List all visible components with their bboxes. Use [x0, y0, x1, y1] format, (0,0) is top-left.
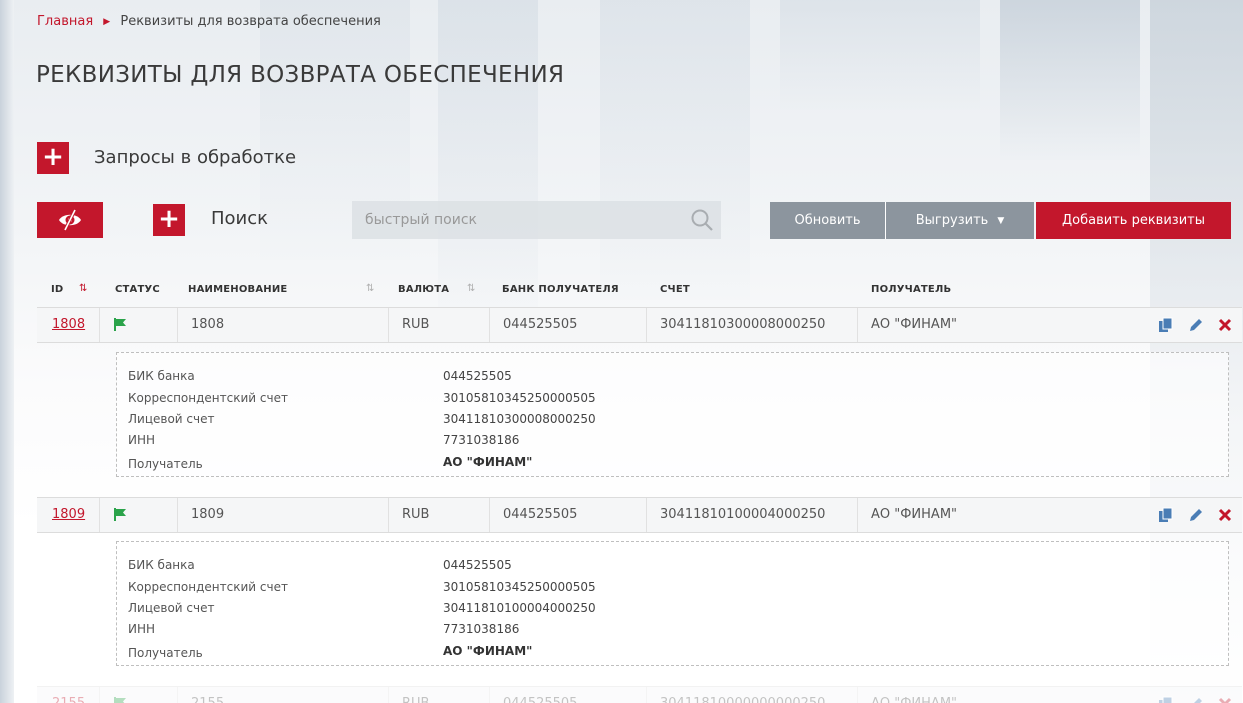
status-cell	[100, 308, 178, 342]
currency-cell: RUB	[389, 308, 490, 342]
copy-icon[interactable]	[1158, 507, 1174, 523]
sort-icon[interactable]: ⇅	[467, 283, 475, 294]
search-icon[interactable]	[683, 208, 721, 232]
detail-label: Корреспондентский счет	[128, 580, 288, 594]
export-label: Выгрузить	[915, 213, 989, 228]
table-row[interactable]: 2155 2155 RUB 044525505 3041181000000000…	[37, 686, 1242, 703]
plus-icon: +	[42, 142, 64, 172]
row-actions	[1158, 687, 1232, 703]
detail-value: 044525505	[443, 369, 512, 383]
recipient-cell: АО "ФИНАМ"	[871, 507, 958, 522]
row-id-link[interactable]: 1809	[37, 498, 100, 532]
detail-value: 30411810100004000250	[443, 601, 596, 615]
recipient-cell: АО "ФИНАМ"	[858, 687, 1138, 703]
row-id-link[interactable]: 2155	[37, 687, 100, 703]
add-requisites-button[interactable]: Добавить реквизиты	[1036, 202, 1231, 239]
sort-icon[interactable]: ⇅	[366, 283, 374, 294]
detail-value: 7731038186	[443, 433, 520, 447]
breadcrumb-home-link[interactable]: Главная	[37, 14, 93, 29]
detail-value: АО "ФИНАМ"	[443, 455, 533, 469]
breadcrumb-current: Реквизиты для возврата обеспечения	[120, 14, 381, 29]
close-icon[interactable]	[1218, 318, 1232, 332]
account-cell: 30411810100004000250	[647, 498, 858, 532]
row-actions	[1158, 498, 1232, 532]
account-cell: 30411810000000000250	[647, 687, 858, 703]
detail-value: 30411810300008000250	[443, 412, 596, 426]
flag-icon	[114, 508, 126, 521]
flag-icon	[114, 318, 126, 331]
bank-cell: 044525505	[490, 308, 647, 342]
sort-asc-icon[interactable]: ⇅	[79, 283, 87, 294]
pencil-icon[interactable]	[1188, 507, 1204, 523]
copy-icon[interactable]	[1158, 696, 1174, 703]
expand-search-button[interactable]: +	[153, 204, 185, 236]
detail-label: ИНН	[128, 433, 156, 447]
bank-cell: 044525505	[490, 687, 647, 703]
detail-value: 7731038186	[443, 622, 520, 636]
column-header-id[interactable]: ID	[51, 284, 63, 295]
detail-label: Лицевой счет	[128, 601, 215, 615]
detail-label: Корреспондентский счет	[128, 391, 288, 405]
detail-label: БИК банка	[128, 558, 195, 572]
row-actions	[1158, 308, 1232, 342]
row-details-panel: БИК банка Корреспондентский счет Лицевой…	[116, 541, 1229, 666]
quick-search-input[interactable]	[352, 201, 683, 239]
flag-icon	[114, 697, 126, 703]
expand-pending-button[interactable]: +	[37, 142, 69, 174]
recipient-cell: АО "ФИНАМ"	[871, 317, 958, 332]
status-cell	[100, 498, 178, 532]
detail-label: Лицевой счет	[128, 412, 215, 426]
pencil-icon[interactable]	[1188, 317, 1204, 333]
table-row[interactable]: 1808 1808 RUB 044525505 3041181030000800…	[37, 307, 1242, 343]
detail-value: 30105810345250000505	[443, 391, 596, 405]
page-title: РЕКВИЗИТЫ ДЛЯ ВОЗВРАТА ОБЕСПЕЧЕНИЯ	[36, 62, 565, 88]
detail-label: Получатель	[128, 457, 203, 471]
column-header-bank[interactable]: БАНК ПОЛУЧАТЕЛЯ	[502, 284, 619, 295]
column-header-account[interactable]: СЧЕТ	[660, 284, 690, 295]
row-id-link[interactable]: 1808	[37, 308, 100, 342]
toggle-visibility-button[interactable]	[37, 202, 103, 238]
detail-value: 30105810345250000505	[443, 580, 596, 594]
pending-requests-label[interactable]: Запросы в обработке	[94, 147, 296, 168]
breadcrumb: Главная ▶ Реквизиты для возврата обеспеч…	[37, 14, 381, 29]
search-section-label[interactable]: Поиск	[211, 208, 268, 229]
close-icon[interactable]	[1218, 508, 1232, 522]
bank-cell: 044525505	[490, 498, 647, 532]
status-cell	[100, 687, 178, 703]
pencil-icon[interactable]	[1188, 696, 1204, 703]
caret-down-icon: ▼	[997, 215, 1005, 226]
column-header-name[interactable]: НАИМЕНОВАНИЕ	[188, 284, 287, 295]
quick-search-box	[352, 201, 721, 239]
close-icon[interactable]	[1218, 697, 1232, 703]
detail-value: 044525505	[443, 558, 512, 572]
name-cell: 1809	[178, 498, 389, 532]
detail-label: Получатель	[128, 646, 203, 660]
column-header-recipient[interactable]: ПОЛУЧАТЕЛЬ	[871, 284, 951, 295]
copy-icon[interactable]	[1158, 317, 1174, 333]
row-details-panel: БИК банка Корреспондентский счет Лицевой…	[116, 352, 1229, 477]
table-row[interactable]: 1809 1809 RUB 044525505 3041181010000400…	[37, 497, 1242, 533]
currency-cell: RUB	[389, 498, 490, 532]
plus-icon: +	[158, 204, 180, 234]
column-header-status[interactable]: СТАТУС	[115, 284, 160, 295]
breadcrumb-arrow-icon: ▶	[103, 17, 111, 27]
export-dropdown-button[interactable]: Выгрузить ▼	[886, 202, 1034, 239]
detail-label: ИНН	[128, 622, 156, 636]
name-cell: 1808	[178, 308, 389, 342]
name-cell: 2155	[178, 687, 389, 703]
eye-off-icon	[59, 209, 81, 231]
detail-value: АО "ФИНАМ"	[443, 644, 533, 658]
currency-cell: RUB	[389, 687, 490, 703]
detail-label: БИК банка	[128, 369, 195, 383]
column-header-currency[interactable]: ВАЛЮТА	[398, 284, 449, 295]
refresh-button[interactable]: Обновить	[770, 202, 885, 239]
account-cell: 30411810300008000250	[647, 308, 858, 342]
